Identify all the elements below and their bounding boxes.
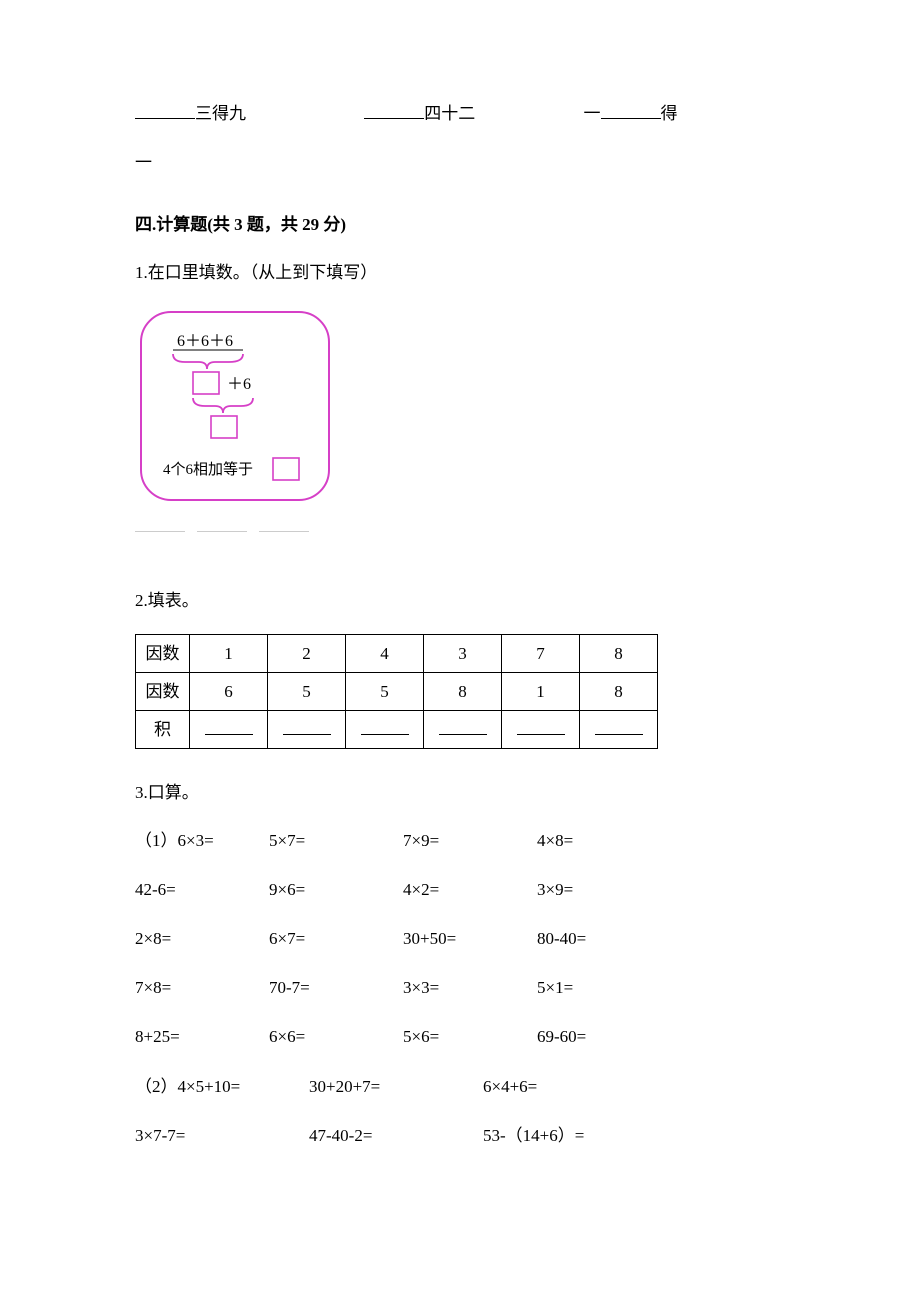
calc-item[interactable]: 2×8= (135, 925, 245, 952)
calc-row: 8+25= 6×6= 5×6= 69-60= (135, 1023, 785, 1050)
tiny-blank[interactable] (197, 531, 247, 532)
table-row: 因数 6 5 5 8 1 8 (136, 673, 658, 711)
table-cell: 5 (346, 673, 424, 711)
answer-cell[interactable] (580, 711, 658, 749)
q1-prompt: 1.在口里填数。（从上到下填写） (135, 259, 785, 286)
row-label: 因数 (136, 673, 190, 711)
calc-item[interactable]: 69-60= (537, 1023, 647, 1050)
calc-row: 42-6= 9×6= 4×2= 3×9= (135, 876, 785, 903)
calc-item[interactable]: 30+20+7= (309, 1073, 459, 1100)
text-yi: 一 (135, 153, 152, 172)
blank-input[interactable] (135, 102, 195, 119)
table-cell: 1 (502, 673, 580, 711)
answer-cell[interactable] (268, 711, 346, 749)
calc-item[interactable]: 7×8= (135, 974, 245, 1001)
fill-in-line2: 一 (135, 149, 785, 176)
calc-item[interactable]: （2）4×5+10= (135, 1073, 285, 1100)
calc-item[interactable]: 5×1= (537, 974, 647, 1001)
calc-row: 7×8= 70-7= 3×3= 5×1= (135, 974, 785, 1001)
calc-item[interactable]: 53-（14+6）= (483, 1122, 633, 1149)
answer-cell[interactable] (424, 711, 502, 749)
calc-item[interactable]: 3×3= (403, 974, 513, 1001)
table-cell: 8 (424, 673, 502, 711)
table-row: 积 (136, 711, 658, 749)
calc-item[interactable]: 6×6= (269, 1023, 379, 1050)
calc-item[interactable]: 6×4+6= (483, 1073, 633, 1100)
diagram-text-bottom: 4个6相加等于 (163, 460, 253, 478)
calc-item[interactable]: 42-6= (135, 876, 245, 903)
calc-item[interactable]: 4×2= (403, 876, 513, 903)
table-cell: 2 (268, 634, 346, 672)
calc-row: （2）4×5+10= 30+20+7= 6×4+6= (135, 1073, 785, 1100)
text-de-suffix: 得 (661, 104, 678, 123)
row-label: 因数 (136, 634, 190, 672)
calc-item[interactable]: （1）6×3= (135, 827, 245, 854)
calc-row: 2×8= 6×7= 30+50= 80-40= (135, 925, 785, 952)
answer-cell[interactable] (346, 711, 424, 749)
blank-input[interactable] (364, 102, 424, 119)
calc-item[interactable]: 70-7= (269, 974, 379, 1001)
table-cell: 7 (502, 634, 580, 672)
calc-item[interactable]: 3×9= (537, 876, 647, 903)
table-row: 因数 1 2 4 3 7 8 (136, 634, 658, 672)
calc-item[interactable]: 4×8= (537, 827, 647, 854)
table-cell: 8 (580, 634, 658, 672)
q2-prompt: 2.填表。 (135, 587, 785, 614)
fill-in-top-line: 三得九 四十二 一 得 (135, 100, 785, 127)
text-yi-prefix: 一 (584, 104, 601, 123)
table-cell: 3 (424, 634, 502, 672)
calc-item[interactable]: 80-40= (537, 925, 647, 952)
row-label: 积 (136, 711, 190, 749)
blank-input[interactable] (601, 102, 661, 119)
calc-item[interactable]: 9×6= (269, 876, 379, 903)
calc-row: 3×7-7= 47-40-2= 53-（14+6）= (135, 1122, 785, 1149)
q1-diagram: 6＋6＋6 ＋6 4个6相加等于 (135, 306, 785, 514)
table-cell: 1 (190, 634, 268, 672)
text-sishier: 四十二 (424, 104, 475, 123)
calc-item[interactable]: 5×6= (403, 1023, 513, 1050)
q3-prompt: 3.口算。 (135, 779, 785, 806)
calc-item[interactable]: 7×9= (403, 827, 513, 854)
calc-item[interactable]: 5×7= (269, 827, 379, 854)
diagram-text-top: 6＋6＋6 (177, 333, 233, 350)
calc-item[interactable]: 3×7-7= (135, 1122, 285, 1149)
section-4-title: 四.计算题(共 3 题，共 29 分) (135, 211, 785, 238)
tiny-blank[interactable] (259, 531, 309, 532)
text-san-de-jiu: 三得九 (195, 104, 246, 123)
answer-cell[interactable] (190, 711, 268, 749)
table-cell: 6 (190, 673, 268, 711)
tiny-answer-blanks (135, 524, 785, 537)
diagram-text-plus6: ＋6 (227, 376, 251, 393)
calc-item[interactable]: 30+50= (403, 925, 513, 952)
calc-item[interactable]: 8+25= (135, 1023, 245, 1050)
calc-item[interactable]: 47-40-2= (309, 1122, 459, 1149)
table-cell: 5 (268, 673, 346, 711)
answer-cell[interactable] (502, 711, 580, 749)
tiny-blank[interactable] (135, 531, 185, 532)
calc-item[interactable]: 6×7= (269, 925, 379, 952)
factor-table: 因数 1 2 4 3 7 8 因数 6 5 5 8 1 8 积 (135, 634, 658, 750)
calc-row: （1）6×3= 5×7= 7×9= 4×8= (135, 827, 785, 854)
table-cell: 4 (346, 634, 424, 672)
table-cell: 8 (580, 673, 658, 711)
